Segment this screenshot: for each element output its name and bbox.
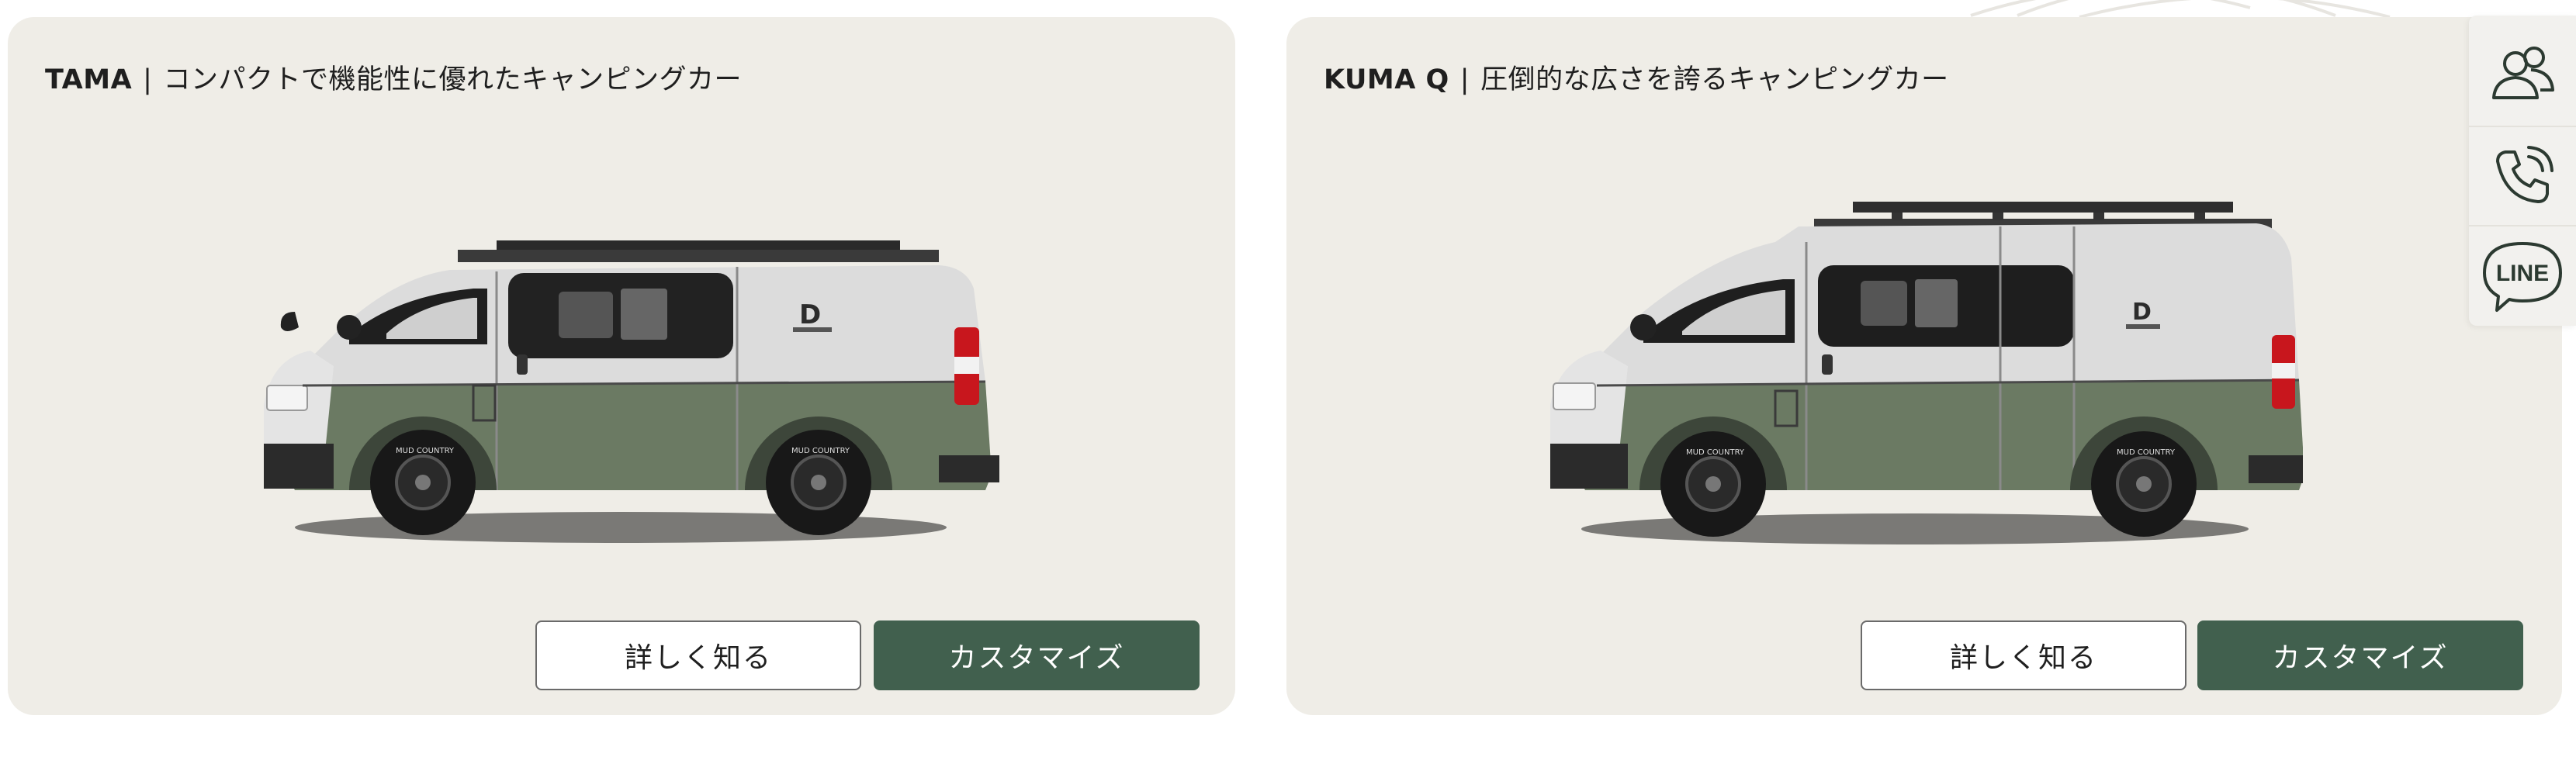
title-separator: | bbox=[1459, 64, 1470, 95]
phone-icon bbox=[2496, 146, 2553, 203]
phone-button[interactable] bbox=[2469, 126, 2576, 226]
model-tagline: コンパクトで機能性に優れたキャンピングカー bbox=[163, 64, 742, 95]
tire-text: MUD COUNTRY bbox=[2117, 448, 2176, 457]
tire-text: MUD COUNTRY bbox=[396, 447, 455, 455]
van-image-kuma-q: D MUD COUNTRY MUD COUNTRY bbox=[1550, 202, 2303, 544]
model-name: KUMA Q bbox=[1324, 64, 1449, 95]
van-image-tama: D MUD COUNTRY MUD COUNTRY bbox=[264, 240, 999, 543]
product-card-kuma-q: KUMA Q | 圧倒的な広さを誇るキャンピングカー D MUD COUNTRY… bbox=[1286, 17, 2562, 715]
users-icon bbox=[2492, 47, 2554, 99]
model-name: TAMA bbox=[45, 64, 133, 95]
consultation-button[interactable] bbox=[2469, 23, 2576, 123]
customize-button[interactable]: カスタマイズ bbox=[2197, 620, 2523, 690]
details-button[interactable]: 詳しく知る bbox=[1861, 620, 2186, 690]
model-tagline: 圧倒的な広さを誇るキャンピングカー bbox=[1480, 64, 1949, 95]
floating-contact-dock: LINE bbox=[2469, 16, 2576, 326]
customize-button[interactable]: カスタマイズ bbox=[874, 620, 1200, 690]
tire-text: MUD COUNTRY bbox=[791, 447, 850, 455]
details-button[interactable]: 詳しく知る bbox=[535, 620, 861, 690]
line-button[interactable]: LINE bbox=[2469, 225, 2576, 326]
tire-text: MUD COUNTRY bbox=[1686, 448, 1745, 457]
van-logo: D bbox=[2132, 299, 2152, 326]
line-label: LINE bbox=[2496, 261, 2549, 286]
card-title: TAMA | コンパクトで機能性に優れたキャンピングカー bbox=[45, 62, 742, 98]
card-title: KUMA Q | 圧倒的な広さを誇るキャンピングカー bbox=[1324, 62, 1949, 98]
product-card-tama: TAMA | コンパクトで機能性に優れたキャンピングカー D MUD COUNT… bbox=[8, 17, 1235, 715]
title-separator: | bbox=[143, 64, 153, 95]
van-logo: D bbox=[799, 299, 821, 330]
line-icon: LINE bbox=[2483, 242, 2562, 312]
